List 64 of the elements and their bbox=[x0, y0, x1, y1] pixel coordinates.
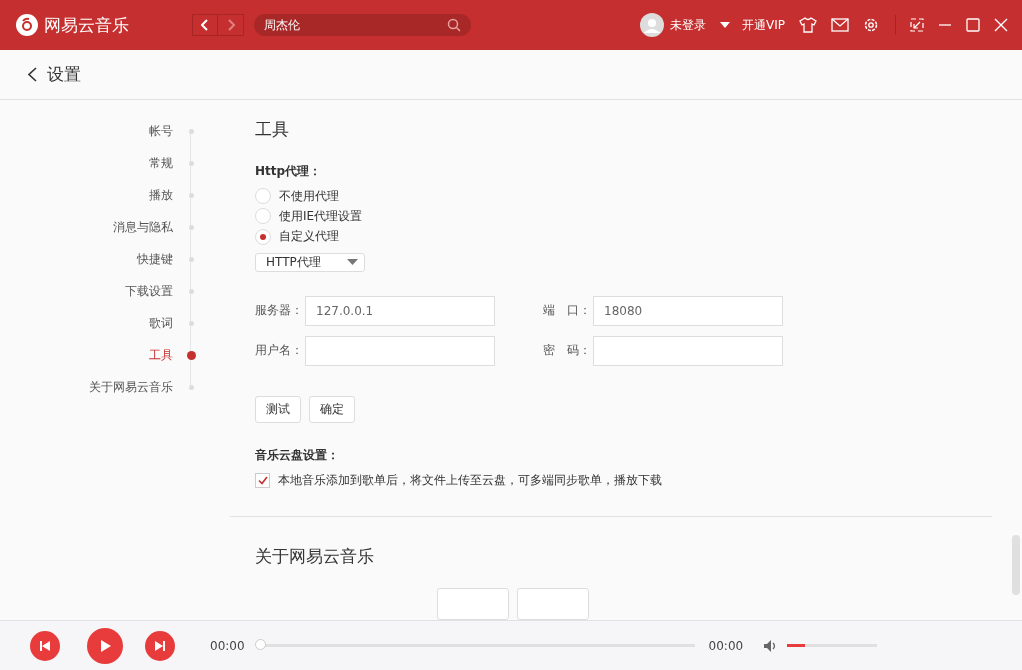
chevron-right-icon bbox=[226, 19, 235, 31]
field-label: 服务器： bbox=[255, 302, 304, 320]
shirt-icon[interactable] bbox=[799, 17, 817, 33]
back-button[interactable] bbox=[192, 14, 218, 36]
radio-button[interactable] bbox=[255, 188, 271, 205]
checkbox[interactable] bbox=[255, 472, 270, 488]
close-icon[interactable] bbox=[994, 18, 1008, 32]
maximize-icon[interactable] bbox=[966, 18, 980, 32]
radio-button[interactable] bbox=[255, 208, 271, 225]
section-title: 工具 bbox=[255, 118, 289, 141]
field-label: 密 码： bbox=[543, 342, 592, 360]
sidebar-item[interactable]: 帐号 bbox=[149, 122, 173, 140]
sidebar-item[interactable]: 播放 bbox=[149, 186, 173, 204]
elapsed-time: 00:00 bbox=[210, 638, 245, 653]
input-field[interactable]: 18080 bbox=[593, 295, 783, 326]
avatar-icon[interactable] bbox=[640, 13, 664, 37]
caret-down-icon bbox=[347, 259, 358, 266]
button[interactable]: 测试 bbox=[255, 395, 301, 423]
caret-down-icon[interactable] bbox=[720, 22, 730, 28]
next-icon bbox=[153, 638, 167, 653]
mini-mode-icon[interactable] bbox=[910, 18, 924, 32]
sidebar-item[interactable]: 工具 bbox=[149, 346, 173, 364]
previous-icon bbox=[38, 638, 52, 653]
sidebar-item[interactable]: 歌词 bbox=[149, 314, 173, 332]
proxy-type-dropdown[interactable]: HTTP代理 bbox=[255, 252, 365, 272]
scrollbar-thumb[interactable] bbox=[1012, 535, 1020, 595]
input-field[interactable] bbox=[593, 335, 783, 366]
total-time: 00:00 bbox=[708, 638, 744, 653]
field-label: Http代理： bbox=[255, 163, 322, 180]
chevron-left-icon bbox=[201, 19, 209, 31]
sidebar-item[interactable]: 常规 bbox=[149, 154, 173, 172]
next-button[interactable] bbox=[145, 630, 175, 661]
sidebar-item[interactable]: 消息与隐私 bbox=[113, 218, 173, 236]
sidebar-item[interactable]: 下载设置 bbox=[125, 282, 173, 300]
field-label: 用户名： bbox=[255, 342, 304, 360]
play-icon bbox=[98, 638, 112, 653]
app-title: 网易云音乐 bbox=[44, 13, 129, 37]
timeline-dot bbox=[187, 350, 196, 360]
page-title: 设置 bbox=[47, 63, 81, 86]
checkmark-icon bbox=[257, 475, 268, 485]
vip-link[interactable]: 开通VIP bbox=[742, 16, 785, 34]
chevron-left-icon[interactable] bbox=[28, 67, 37, 82]
input-field[interactable] bbox=[305, 335, 495, 366]
login-link[interactable]: 未登录 bbox=[670, 16, 706, 34]
logo-icon bbox=[16, 14, 38, 36]
settings-icon[interactable] bbox=[863, 17, 879, 33]
sidebar-item[interactable]: 快捷键 bbox=[137, 250, 173, 268]
previous-button[interactable] bbox=[30, 630, 60, 661]
radio-label: 使用IE代理设置 bbox=[279, 207, 363, 225]
progress-handle[interactable] bbox=[254, 639, 266, 650]
section-title: 关于网易云音乐 bbox=[255, 545, 374, 568]
field-label: 端 口： bbox=[543, 302, 592, 320]
play-button[interactable] bbox=[87, 627, 123, 664]
button[interactable]: 确定 bbox=[309, 395, 355, 423]
radio-label: 自定义代理 bbox=[279, 228, 339, 246]
sidebar-item[interactable]: 关于网易云音乐 bbox=[89, 378, 173, 396]
mail-icon[interactable] bbox=[831, 18, 849, 32]
search-icon bbox=[447, 18, 461, 32]
radio-button[interactable] bbox=[255, 228, 271, 245]
radio-label: 不使用代理 bbox=[279, 187, 339, 205]
search-field[interactable]: 周杰伦 bbox=[254, 14, 471, 36]
input-field[interactable]: 127.0.0.1 bbox=[305, 295, 495, 326]
field-label: 音乐云盘设置： bbox=[255, 446, 339, 464]
checkbox-label: 本地音乐添加到歌单后，将文件上传至云盘，可多端同步歌单，播放下载 bbox=[278, 471, 662, 489]
